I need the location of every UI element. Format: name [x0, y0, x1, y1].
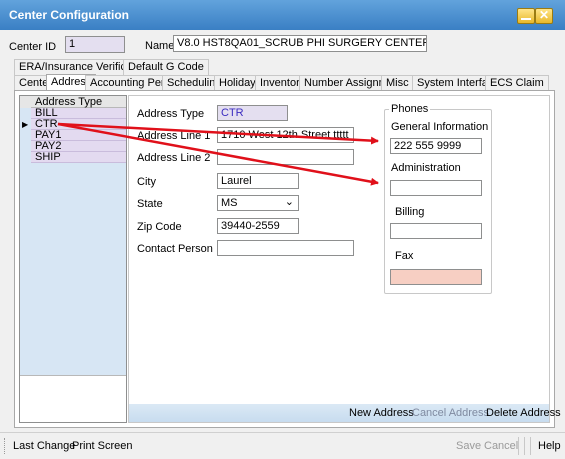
tab-default-g-code[interactable]: Default G Code	[123, 59, 209, 75]
last-change-button[interactable]: Last Change	[13, 440, 75, 452]
address-actions-bar: New Address Cancel Address Delete Addres…	[129, 404, 561, 422]
state-dropdown[interactable]: MS ⌄	[217, 195, 299, 211]
status-bar: Last Change Print Screen Save Cancel Hel…	[0, 432, 565, 459]
billing-phone-field[interactable]	[390, 223, 482, 239]
status-separator	[530, 437, 531, 455]
cancel-button[interactable]: Cancel	[484, 440, 518, 452]
grid-footer-area	[20, 375, 126, 422]
general-information-label: General Information	[391, 121, 489, 133]
chevron-down-icon: ⌄	[284, 196, 294, 208]
grip-handle-icon	[4, 438, 8, 454]
phones-legend: Phones	[389, 103, 431, 115]
delete-address-button[interactable]: Delete Address	[486, 407, 561, 419]
phones-group: Phones General Information 222 555 9999 …	[384, 103, 492, 294]
address-type-field[interactable]: CTR	[217, 105, 288, 121]
address-line1-field[interactable]: 1710 West 12th Street ttttt	[217, 127, 354, 143]
administration-label: Administration	[391, 162, 461, 174]
billing-label: Billing	[395, 206, 425, 218]
grid-row-selector-header	[20, 96, 31, 108]
minimize-button[interactable]	[517, 8, 535, 24]
address-tab-panel: Address Type BILL CTR ▶ PAY1 PAY2 SHIP A…	[14, 90, 561, 428]
close-button[interactable]: ✕	[535, 8, 553, 24]
status-separator	[524, 437, 525, 455]
address-line1-label: Address Line 1	[137, 130, 211, 142]
city-field[interactable]: Laurel	[217, 173, 299, 189]
fax-label: Fax	[395, 250, 414, 262]
contact-person-field[interactable]	[217, 240, 354, 256]
grid-row-ship[interactable]: SHIP	[31, 152, 126, 163]
tab-ecs-claim[interactable]: ECS Claim	[485, 75, 549, 91]
address-type-grid[interactable]: Address Type BILL CTR ▶ PAY1 PAY2 SHIP	[19, 95, 127, 423]
zip-code-field[interactable]: 39440-2559	[217, 218, 299, 234]
title-bar: Center Configuration ✕	[0, 0, 565, 30]
address-line2-label: Address Line 2	[137, 152, 211, 164]
center-id-label: Center ID	[9, 41, 57, 53]
window-title: Center Configuration	[9, 8, 129, 22]
state-label: State	[137, 198, 163, 210]
general-information-phone-field[interactable]: 222 555 9999	[390, 138, 482, 154]
save-button[interactable]: Save	[456, 440, 481, 452]
help-button[interactable]: Help	[538, 440, 561, 452]
address-line2-field[interactable]	[217, 149, 354, 165]
close-icon: ✕	[538, 8, 550, 22]
print-screen-button[interactable]: Print Screen	[72, 440, 133, 452]
state-value: MS	[221, 197, 238, 209]
administration-phone-field[interactable]	[390, 180, 482, 196]
fax-field[interactable]	[390, 269, 482, 285]
tab-misc[interactable]: Misc	[381, 75, 414, 91]
contact-person-label: Contact Person	[137, 243, 213, 255]
city-label: City	[137, 176, 156, 188]
center-name-field[interactable]: V8.0 HST8QA01_SCRUB PHI SURGERY CENTER	[173, 35, 427, 52]
name-label: Name	[145, 40, 175, 52]
address-detail-form: Address Type CTR Address Line 1 1710 Wes…	[128, 95, 561, 423]
center-id-field[interactable]: 1	[65, 36, 125, 53]
address-type-label: Address Type	[137, 108, 205, 120]
new-address-button[interactable]: New Address	[349, 407, 414, 419]
cancel-address-button[interactable]: Cancel Address	[412, 407, 489, 419]
zip-code-label: Zip Code	[137, 221, 182, 233]
minimize-icon	[521, 18, 531, 20]
current-row-pointer-icon: ▶	[22, 120, 29, 129]
status-separator	[518, 437, 519, 455]
